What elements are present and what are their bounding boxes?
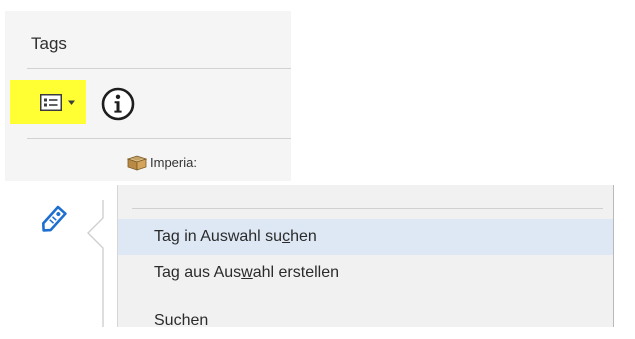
- panel-divider: [27, 68, 291, 69]
- tags-panel: Tags Imperia:: [5, 11, 291, 181]
- menu-item-label: Suchen: [154, 312, 209, 329]
- list-view-icon: [40, 94, 62, 111]
- info-button[interactable]: [99, 86, 137, 124]
- tree-item-label: Imperia:: [150, 154, 197, 170]
- menu-item-label: Tag in Auswahl suchen: [154, 228, 317, 245]
- panel-title: Tags: [31, 34, 67, 53]
- menu-item-create-tag-from-selection[interactable]: Tag aus Auswahl erstellen: [118, 255, 613, 291]
- dropdown-caret-icon: [68, 100, 75, 105]
- menu-item-label: Tag aus Auswahl erstellen: [154, 264, 340, 281]
- sidebar-panel-edge: [87, 200, 104, 327]
- menu-separator: [132, 208, 603, 209]
- menu-item-find-tag-in-selection[interactable]: Tag in Auswahl suchen: [118, 219, 613, 255]
- options-menu-button[interactable]: [10, 80, 86, 124]
- tree-item-root[interactable]: Imperia:: [127, 151, 197, 173]
- panel-divider: [27, 138, 291, 139]
- tags-sidebar-button[interactable]: [37, 203, 69, 237]
- context-menu: Tag in Auswahl suchen Tag aus Auswahl er…: [117, 185, 614, 329]
- menu-item-search[interactable]: Suchen: [118, 303, 613, 339]
- tag-icon: [41, 205, 67, 232]
- info-icon: [101, 87, 135, 121]
- package-box-icon: [127, 155, 147, 171]
